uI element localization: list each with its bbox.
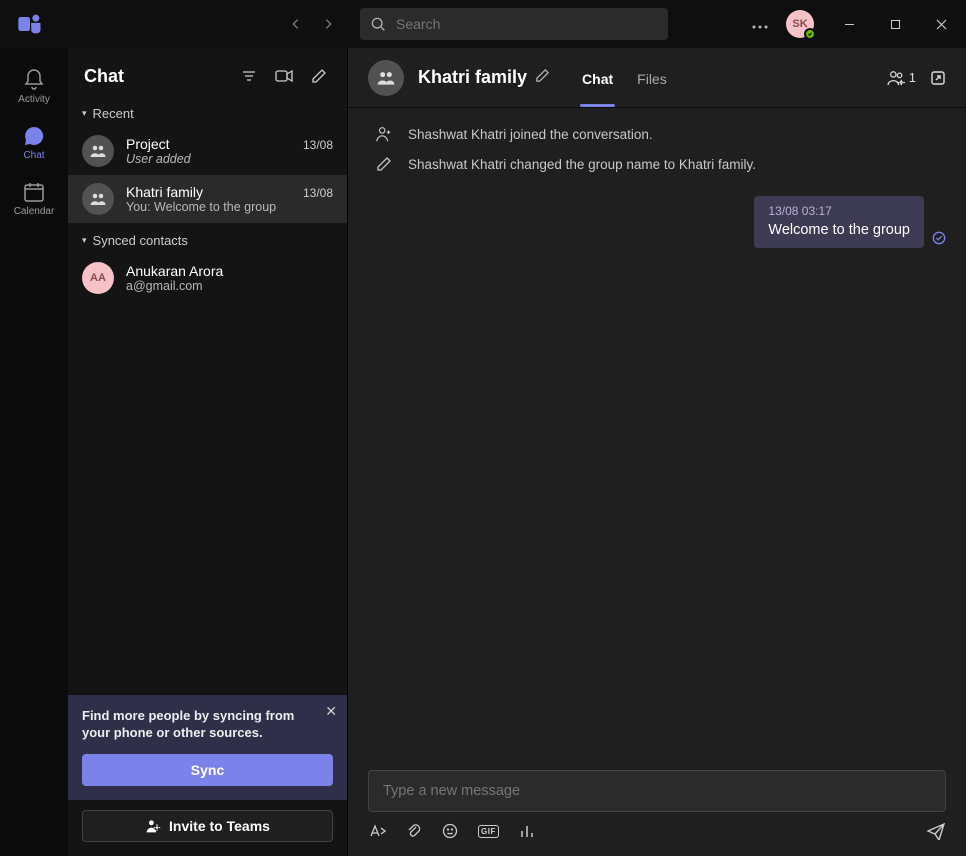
conversation-header: Khatri family Chat Files 1 [348,48,966,108]
tab-chat[interactable]: Chat [580,65,615,107]
search-icon [370,16,386,32]
chat-icon [22,124,46,148]
chat-item-khatri-family[interactable]: Khatri family 13/08 You: Welcome to the … [68,175,347,223]
message-composer[interactable] [368,770,946,812]
sync-prompt-text: Find more people by syncing from your ph… [82,707,333,742]
tab-files[interactable]: Files [635,65,669,107]
caret-down-icon: ▾ [82,108,87,119]
contact-name: Anukaran Arora [126,263,223,279]
emoji-button[interactable] [442,823,458,839]
sync-prompt-panel: ✕ Find more people by syncing from your … [68,695,347,800]
contact-email: a@gmail.com [126,279,333,293]
presence-available-icon [804,28,816,40]
group-header-avatar-icon [368,60,404,96]
format-button[interactable] [368,823,386,839]
attach-button[interactable] [406,823,422,839]
message-timestamp: 13/08 03:17 [768,204,910,218]
rail-item-calendar[interactable]: Calendar [0,170,68,226]
chat-date: 13/08 [303,138,333,152]
chat-preview: User added [126,152,333,166]
pencil-icon [374,154,394,174]
invite-to-teams-button[interactable]: Invite to Teams [82,810,333,842]
window-maximize-button[interactable] [872,0,918,48]
sent-message-bubble[interactable]: 13/08 03:17 Welcome to the group [754,196,924,248]
chat-name: Project [126,136,170,152]
system-message: Shashwat Khatri changed the group name t… [368,154,946,174]
edit-group-name-button[interactable] [535,67,550,88]
read-receipt-icon [932,231,946,248]
rail-item-chat[interactable]: Chat [0,114,68,170]
window-close-button[interactable] [918,0,964,48]
search-input[interactable] [396,16,658,32]
group-name: Khatri family [418,67,527,88]
new-chat-button[interactable] [307,64,331,88]
more-menu-button[interactable] [746,10,774,38]
sidebar-title: Chat [84,66,124,87]
section-synced-contacts[interactable]: ▾ Synced contacts [68,223,347,254]
system-message: Shashwat Khatri joined the conversation. [368,124,946,144]
send-button[interactable] [926,822,946,840]
popout-button[interactable] [930,70,946,86]
section-recent[interactable]: ▾ Recent [68,96,347,127]
group-avatar-icon [82,135,114,167]
participants-count: 1 [909,70,916,85]
filter-button[interactable] [237,64,261,88]
teams-logo-icon [16,10,44,38]
message-input[interactable] [383,783,931,799]
rail-item-activity[interactable]: Activity [0,58,68,114]
system-text: Shashwat Khatri changed the group name t… [408,157,756,172]
window-minimize-button[interactable] [826,0,872,48]
calendar-icon [22,180,46,204]
chat-preview: You: Welcome to the group [126,200,333,214]
rail-label: Chat [23,150,44,161]
titlebar: SK [0,0,966,48]
poll-button[interactable] [519,823,535,839]
section-label: Recent [93,106,134,121]
avatar-initials: SK [792,18,807,30]
invite-icon [145,818,161,834]
caret-down-icon: ▾ [82,235,87,246]
gif-button[interactable]: GIF [478,825,499,838]
contact-item[interactable]: AA Anukaran Arora a@gmail.com [68,254,347,302]
bell-icon [22,68,46,92]
dismiss-sync-prompt-button[interactable]: ✕ [325,703,337,720]
message-list: Shashwat Khatri joined the conversation.… [348,108,966,762]
person-add-icon [374,124,394,144]
nav-forward-button[interactable] [314,10,342,38]
sync-button[interactable]: Sync [82,754,333,786]
search-box[interactable] [360,8,668,40]
chat-item-project[interactable]: Project 13/08 User added [68,127,347,175]
system-text: Shashwat Khatri joined the conversation. [408,127,653,142]
invite-label: Invite to Teams [169,818,270,834]
contact-avatar: AA [82,262,114,294]
message-text: Welcome to the group [768,222,910,238]
user-avatar[interactable]: SK [786,10,814,38]
chat-date: 13/08 [303,186,333,200]
group-avatar-icon [82,183,114,215]
meet-now-button[interactable] [271,64,297,88]
section-label: Synced contacts [93,233,188,248]
chat-content: Khatri family Chat Files 1 [348,48,966,856]
rail-label: Activity [18,94,50,105]
add-participants-button[interactable]: 1 [887,70,916,86]
chat-name: Khatri family [126,184,203,200]
nav-back-button[interactable] [282,10,310,38]
app-rail: Activity Chat Calendar [0,48,68,856]
rail-label: Calendar [14,206,55,217]
chat-list-sidebar: Chat ▾ Recent Project 13/08 [68,48,348,856]
